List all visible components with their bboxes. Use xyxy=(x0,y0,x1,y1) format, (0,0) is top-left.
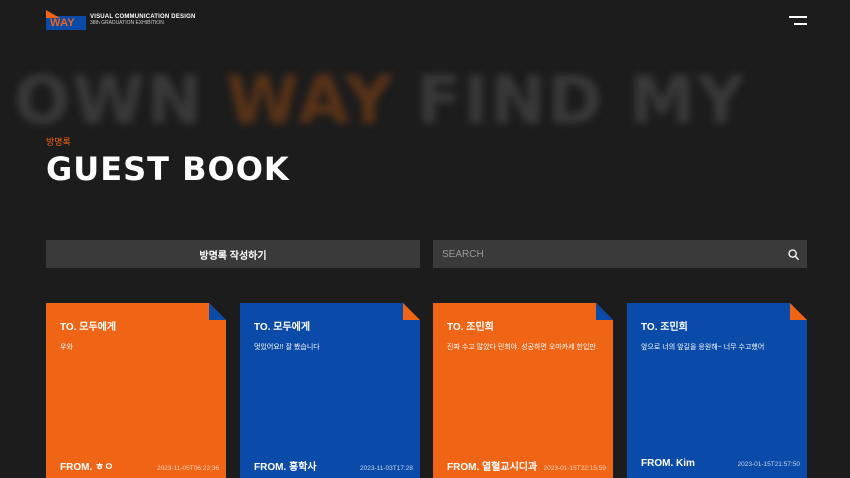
card-sender: FROM. Kim xyxy=(641,458,695,469)
search-icon[interactable] xyxy=(779,240,807,268)
hamburger-menu-icon[interactable] xyxy=(789,16,807,26)
logo-text: VISUAL COMMUNICATION DESIGN 38th GRADUAT… xyxy=(90,14,196,26)
guestbook-card[interactable]: TO. 모두에게 멋있어요!! 잘 봤습니다 FROM. 홍학사 2023-11… xyxy=(240,303,420,478)
card-sender: FROM. 홍학사 xyxy=(254,462,317,473)
logo-badge: WAY xyxy=(46,10,86,30)
page-subtitle: 방명록 xyxy=(46,137,71,147)
marquee-word-own: OWN xyxy=(14,66,205,136)
write-guestbook-button[interactable]: 방명록 작성하기 xyxy=(46,240,420,268)
search-input[interactable] xyxy=(433,240,779,268)
card-sender: FROM. ㅎㅇ xyxy=(60,462,114,473)
guestbook-card-list: TO. 모두에게 우와 FROM. ㅎㅇ 2023-11-05T06:22:36… xyxy=(46,303,807,478)
site-header: WAY VISUAL COMMUNICATION DESIGN 38th GRA… xyxy=(0,0,850,44)
card-message: 진짜 수고 많았다 민희야. 성공하면 오마카세 한입만. xyxy=(447,344,598,351)
guestbook-card[interactable]: TO. 조민희 진짜 수고 많았다 민희야. 성공하면 오마카세 한입만. FR… xyxy=(433,303,613,478)
card-message: 멋있어요!! 잘 봤습니다 xyxy=(254,344,320,351)
marquee-word-find-my: FIND MY xyxy=(416,66,747,136)
card-recipient: TO. 모두에게 xyxy=(60,322,117,333)
card-recipient: TO. 조민희 xyxy=(447,322,494,333)
page-title: GUEST BOOK xyxy=(46,150,290,188)
card-sender: FROM. 열혈교시디과 xyxy=(447,462,538,473)
card-recipient: TO. 조민희 xyxy=(641,322,688,333)
marquee-word-way: WAY xyxy=(226,66,395,136)
card-date: 2023-01-15T21:57:50 xyxy=(737,461,800,468)
guestbook-card[interactable]: TO. 모두에게 우와 FROM. ㅎㅇ 2023-11-05T06:22:36 xyxy=(46,303,226,478)
card-recipient: TO. 모두에게 xyxy=(254,322,311,333)
card-date: 2023-11-03T17:28 xyxy=(359,465,413,472)
card-date: 2023-11-05T06:22:36 xyxy=(156,465,219,472)
background-marquee: OWN WAY FIND MY xyxy=(0,66,850,136)
guestbook-card[interactable]: TO. 조민희 앞으로 너의 앞길을 응원해~ 너무 수고했어 FROM. Ki… xyxy=(627,303,807,478)
search-bar xyxy=(433,240,807,268)
logo-badge-text: WAY xyxy=(50,17,75,29)
card-date: 2023-01-15T22:15:59 xyxy=(543,465,606,472)
logo-line-2: 38th GRADUATION EXHIBITION xyxy=(90,19,164,26)
card-message: 우와 xyxy=(60,344,73,351)
card-message: 앞으로 너의 앞길을 응원해~ 너무 수고했어 xyxy=(641,344,765,351)
site-logo[interactable]: WAY VISUAL COMMUNICATION DESIGN 38th GRA… xyxy=(46,10,196,30)
